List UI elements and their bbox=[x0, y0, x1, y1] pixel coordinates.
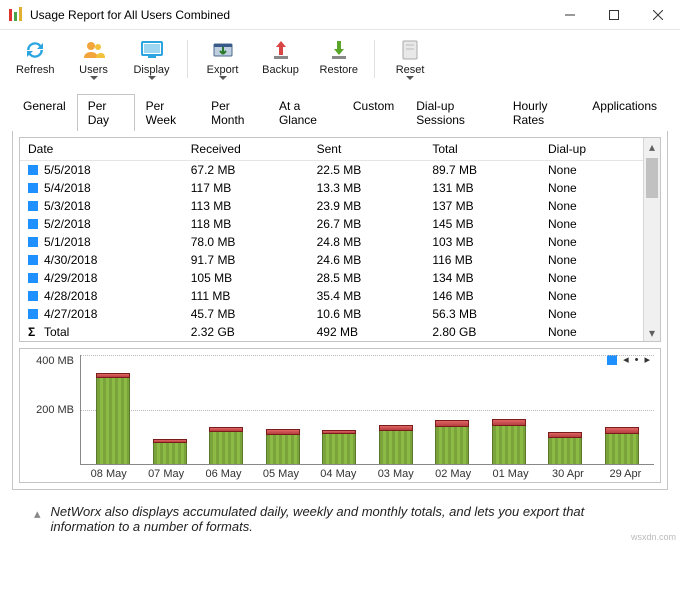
chevron-down-icon bbox=[90, 76, 98, 80]
chart-bar bbox=[96, 377, 130, 464]
chart-xlabel: 04 May bbox=[310, 468, 367, 480]
users-icon bbox=[82, 38, 106, 62]
scroll-down-icon[interactable]: ▾ bbox=[644, 324, 660, 341]
users-button[interactable]: Users bbox=[69, 36, 119, 82]
toolbar: Refresh Users Display Export Backup Rest… bbox=[0, 30, 680, 87]
table-row[interactable]: 5/5/201867.2 MB22.5 MB89.7 MBNone bbox=[20, 161, 643, 180]
chart-plot bbox=[80, 355, 654, 465]
chart-xlabel: 08 May bbox=[80, 468, 137, 480]
chart-bar bbox=[492, 425, 526, 465]
tab-per-week[interactable]: Per Week bbox=[135, 94, 200, 131]
vertical-scrollbar[interactable]: ▴ ▾ bbox=[643, 138, 660, 341]
tab-hourly-rates[interactable]: Hourly Rates bbox=[502, 94, 581, 131]
table-row[interactable]: 5/2/2018118 MB26.7 MB145 MBNone bbox=[20, 215, 643, 233]
chart-xlabel: 02 May bbox=[424, 468, 481, 480]
column-header[interactable]: Sent bbox=[309, 138, 425, 161]
toolbar-separator bbox=[374, 40, 375, 78]
chart-bar bbox=[322, 433, 356, 464]
maximize-button[interactable] bbox=[592, 0, 636, 29]
table-row[interactable]: 4/27/201845.7 MB10.6 MB56.3 MBNone bbox=[20, 305, 643, 323]
toolbar-separator bbox=[187, 40, 188, 78]
caption-marker-icon: ▴ bbox=[34, 504, 41, 534]
close-button[interactable] bbox=[636, 0, 680, 29]
export-button[interactable]: Export bbox=[198, 36, 248, 82]
table-row[interactable]: 5/3/2018113 MB23.9 MB137 MBNone bbox=[20, 197, 643, 215]
table-row[interactable]: 4/28/2018111 MB35.4 MB146 MBNone bbox=[20, 287, 643, 305]
tab-per-day[interactable]: Per Day bbox=[77, 94, 135, 131]
column-header[interactable]: Received bbox=[183, 138, 309, 161]
chart-bar bbox=[605, 433, 639, 464]
tab-per-month[interactable]: Per Month bbox=[200, 94, 268, 131]
chart-xlabel: 30 Apr bbox=[539, 468, 596, 480]
restore-icon bbox=[327, 38, 351, 62]
scroll-thumb[interactable] bbox=[646, 158, 658, 198]
tab-applications[interactable]: Applications bbox=[581, 94, 668, 131]
tabstrip: GeneralPer DayPer WeekPer MonthAt a Glan… bbox=[12, 93, 668, 130]
table-row[interactable]: 5/4/2018117 MB13.3 MB131 MBNone bbox=[20, 179, 643, 197]
reset-button[interactable]: Reset bbox=[385, 36, 435, 82]
display-button[interactable]: Display bbox=[127, 36, 177, 82]
chevron-down-icon bbox=[219, 76, 227, 80]
tab-custom[interactable]: Custom bbox=[342, 94, 405, 131]
chart-yaxis: 400 MB 200 MB bbox=[26, 355, 80, 465]
tab-general[interactable]: General bbox=[12, 94, 77, 131]
chevron-down-icon bbox=[406, 76, 414, 80]
table-row[interactable]: 4/30/201891.7 MB24.6 MB116 MBNone bbox=[20, 251, 643, 269]
backup-icon bbox=[269, 38, 293, 62]
backup-button[interactable]: Backup bbox=[256, 36, 306, 82]
column-header[interactable]: Dial-up bbox=[540, 138, 643, 161]
refresh-icon bbox=[23, 38, 47, 62]
chart-bar bbox=[379, 430, 413, 464]
chart-xlabel: 07 May bbox=[137, 468, 194, 480]
tab-dial-up-sessions[interactable]: Dial-up Sessions bbox=[405, 94, 502, 131]
chart-bar bbox=[435, 426, 469, 464]
display-icon bbox=[140, 38, 164, 62]
usage-chart: ◂ • ▸ 400 MB 200 MB 08 May07 May06 May05… bbox=[19, 348, 661, 483]
data-grid[interactable]: DateReceivedSentTotalDial-up 5/5/201867.… bbox=[19, 137, 661, 342]
export-icon bbox=[211, 38, 235, 62]
chart-bar bbox=[153, 442, 187, 464]
caption-text: NetWorx also displays accumulated daily,… bbox=[51, 504, 650, 534]
column-header[interactable]: Total bbox=[424, 138, 540, 161]
caption: ▴ NetWorx also displays accumulated dail… bbox=[0, 498, 680, 544]
total-row[interactable]: Total2.32 GB492 MB2.80 GBNone bbox=[20, 323, 643, 341]
chart-bar bbox=[209, 431, 243, 464]
chevron-down-icon bbox=[148, 76, 156, 80]
chart-xlabel: 29 Apr bbox=[597, 468, 654, 480]
chart-bar bbox=[548, 437, 582, 464]
scroll-up-icon[interactable]: ▴ bbox=[644, 138, 660, 155]
tab-at-a-glance[interactable]: At a Glance bbox=[268, 94, 342, 131]
chart-xlabel: 01 May bbox=[482, 468, 539, 480]
watermark: wsxdn.com bbox=[631, 532, 676, 542]
tab-panel: DateReceivedSentTotalDial-up 5/5/201867.… bbox=[12, 130, 668, 490]
chart-xaxis: 08 May07 May06 May05 May04 May03 May02 M… bbox=[80, 465, 654, 480]
reset-icon bbox=[398, 38, 422, 62]
minimize-button[interactable] bbox=[548, 0, 592, 29]
titlebar: Usage Report for All Users Combined bbox=[0, 0, 680, 30]
chart-xlabel: 05 May bbox=[252, 468, 309, 480]
chart-bar bbox=[266, 434, 300, 464]
chart-xlabel: 03 May bbox=[367, 468, 424, 480]
column-header[interactable]: Date bbox=[20, 138, 183, 161]
chart-xlabel: 06 May bbox=[195, 468, 252, 480]
restore-button[interactable]: Restore bbox=[314, 36, 365, 82]
table-row[interactable]: 4/29/2018105 MB28.5 MB134 MBNone bbox=[20, 269, 643, 287]
refresh-button[interactable]: Refresh bbox=[10, 36, 61, 82]
app-icon bbox=[8, 7, 24, 23]
window-title: Usage Report for All Users Combined bbox=[30, 8, 548, 22]
table-row[interactable]: 5/1/201878.0 MB24.8 MB103 MBNone bbox=[20, 233, 643, 251]
